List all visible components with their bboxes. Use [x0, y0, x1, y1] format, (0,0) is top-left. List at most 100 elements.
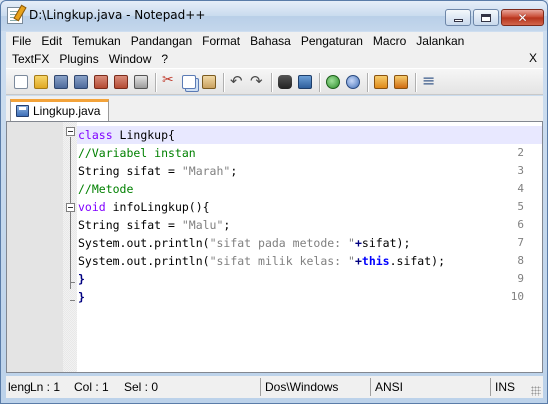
fold-guide [70, 137, 71, 289]
status-insert-mode: INS [490, 378, 530, 396]
copy-icon [182, 75, 196, 89]
undo-icon [230, 72, 244, 90]
save-all-button[interactable] [72, 73, 90, 91]
menu-bahasa[interactable]: Bahasa [250, 32, 291, 50]
maximize-button[interactable] [473, 9, 499, 26]
code-line[interactable]: } [77, 288, 542, 306]
zoom-out-button[interactable] [344, 73, 362, 91]
open-folder-icon [34, 75, 48, 89]
menu-edit[interactable]: Edit [41, 32, 62, 50]
menu-window[interactable]: Window [109, 50, 152, 68]
word-wrap-icon [422, 71, 436, 90]
code-line[interactable]: String sifat = "Malu"; [77, 216, 542, 234]
zoom-out-icon [346, 75, 360, 89]
line-number-gutter [7, 122, 63, 372]
toolbar-separator [415, 73, 416, 92]
code-token: "sifat pada metode: " [209, 236, 355, 250]
fold-toggle-icon[interactable] [66, 203, 75, 212]
notepad-app-icon[interactable] [7, 7, 23, 24]
menu-pengaturan[interactable]: Pengaturan [301, 32, 363, 50]
tab-bar: Lingkup.java [6, 96, 543, 121]
toolbar-separator [271, 73, 272, 92]
code-line[interactable]: class Lingkup{ [77, 126, 542, 144]
code-line[interactable]: //Metode [77, 180, 542, 198]
redo-icon [250, 72, 264, 90]
code-editor[interactable]: 1class Lingkup{2//Variabel instan3String… [6, 121, 543, 373]
paste-icon [202, 75, 216, 89]
sync-vertical-icon [374, 75, 388, 89]
status-eol: Dos\Windows [260, 378, 370, 396]
menu-jalankan[interactable]: Jalankan [416, 32, 464, 50]
close-file-button[interactable] [92, 73, 110, 91]
toolbar [6, 68, 543, 95]
sync-vertical-button[interactable] [372, 73, 390, 91]
resize-grip-icon[interactable] [531, 386, 541, 396]
menu-pandangan[interactable]: Pandangan [131, 32, 192, 50]
word-wrap-button[interactable] [420, 71, 438, 91]
code-token: this [361, 254, 390, 268]
status-bar: length Ln : 1 Col : 1 Sel : 0 Dos\Window… [6, 376, 543, 398]
code-token: "Malu" [181, 218, 224, 232]
close-icon: ✕ [517, 10, 528, 25]
maximize-icon [481, 13, 491, 22]
replace-button[interactable] [296, 73, 314, 91]
cut-icon [162, 72, 176, 89]
title-bar[interactable]: D:\Lingkup.java - Notepad++ ✕ [1, 1, 547, 31]
close-file-icon [94, 75, 108, 89]
code-token: "Marah" [181, 164, 231, 178]
code-line[interactable]: void infoLingkup(){ [77, 198, 542, 216]
code-token: infoLingkup(){ [105, 200, 210, 214]
close-all-button[interactable] [112, 73, 130, 91]
undo-button[interactable] [228, 72, 246, 91]
sync-horizontal-button[interactable] [392, 73, 410, 91]
code-line[interactable]: //Variabel instan [77, 144, 542, 162]
menu-temukan[interactable]: Temukan [72, 32, 121, 50]
code-token: .sifat); [389, 254, 445, 268]
fold-toggle-icon[interactable] [66, 127, 75, 136]
window-title: D:\Lingkup.java - Notepad++ [29, 8, 206, 22]
code-token: "sifat milik kelas: " [209, 254, 355, 268]
menu-textfx[interactable]: TextFX [12, 50, 49, 68]
minimize-icon [453, 19, 463, 22]
fold-end-marker [70, 300, 75, 301]
replace-icon [298, 75, 312, 89]
redo-button[interactable] [248, 72, 266, 91]
save-button[interactable] [52, 73, 70, 91]
print-button[interactable] [132, 73, 150, 91]
toolbar-separator [319, 73, 320, 92]
menu-file[interactable]: File [12, 32, 31, 50]
menu-format[interactable]: Format [202, 32, 240, 50]
code-line[interactable]: } [77, 270, 542, 288]
code-token: System.out.println( [78, 254, 210, 268]
status-column: Col : 1 [74, 380, 109, 394]
sync-horizontal-icon [394, 75, 408, 89]
fold-end-marker [70, 282, 75, 283]
code-token: String sifat = [78, 218, 182, 232]
status-selection: Sel : 0 [124, 380, 159, 394]
code-token: sifat); [361, 236, 411, 250]
find-icon [278, 75, 292, 89]
code-line[interactable]: String sifat = "Marah"; [77, 162, 542, 180]
cut-button[interactable] [160, 72, 178, 91]
code-line[interactable]: System.out.println("sifat milik kelas: "… [77, 252, 542, 270]
tab-label: Lingkup.java [33, 104, 101, 118]
menu-help[interactable]: ? [161, 50, 168, 68]
code-token: void [78, 200, 106, 214]
find-button[interactable] [276, 73, 294, 91]
copy-button[interactable] [180, 73, 198, 91]
minimize-button[interactable] [445, 9, 471, 26]
menu-macro[interactable]: Macro [373, 32, 406, 50]
saved-file-icon [16, 105, 29, 117]
toolbar-separator [155, 73, 156, 92]
close-window-button[interactable]: ✕ [501, 9, 544, 26]
open-file-button[interactable] [32, 73, 50, 91]
new-file-button[interactable] [12, 73, 30, 91]
zoom-in-button[interactable] [324, 73, 342, 91]
new-file-icon [14, 75, 28, 89]
paste-button[interactable] [200, 73, 218, 91]
menu-plugins[interactable]: Plugins [59, 50, 98, 68]
code-line[interactable]: System.out.println("sifat pada metode: "… [77, 234, 542, 252]
close-document-button[interactable]: X [529, 51, 537, 65]
status-line: Ln : 1 [30, 380, 61, 394]
tab-lingkup-java[interactable]: Lingkup.java [10, 99, 109, 121]
